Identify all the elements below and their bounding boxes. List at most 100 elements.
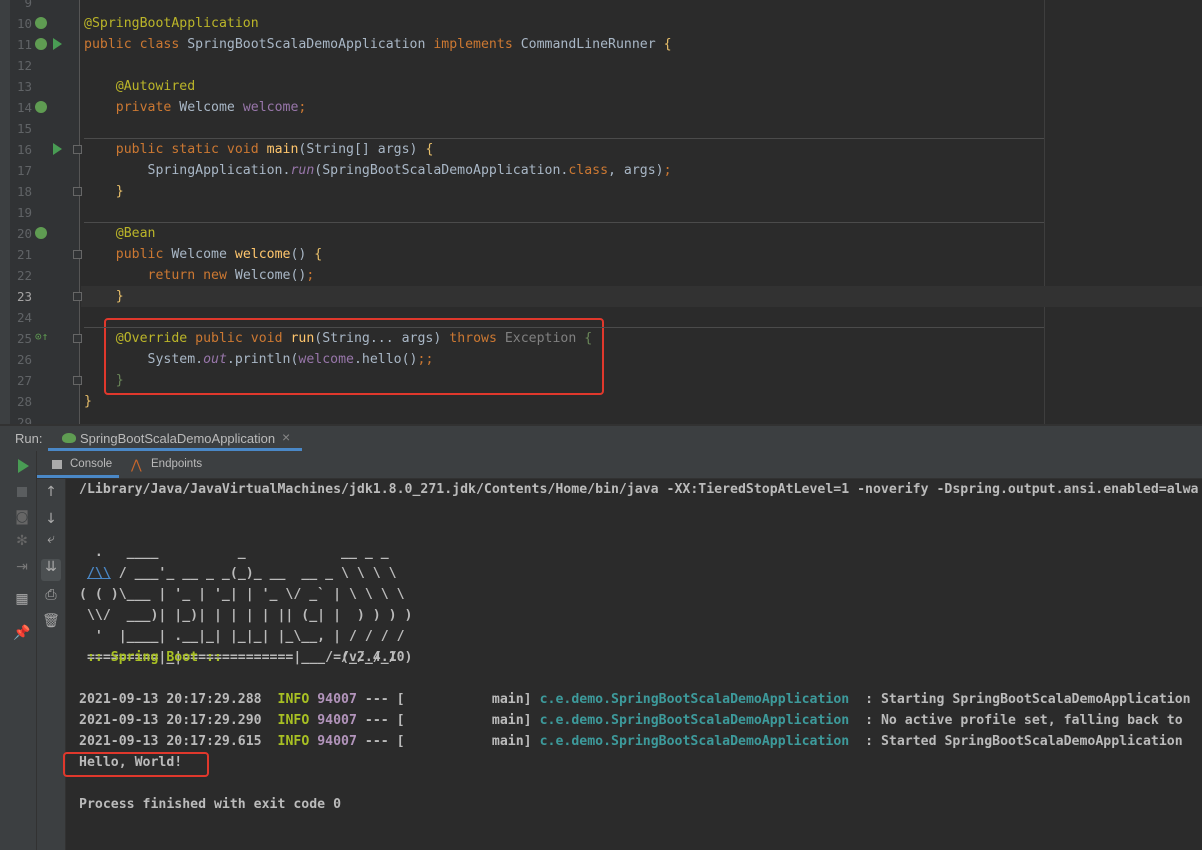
pin-icon[interactable]: 📌: [12, 625, 32, 641]
run-icon[interactable]: [18, 459, 29, 473]
fold-icon[interactable]: [73, 187, 82, 196]
run-left-toolbar: ◙ ✻ ⇥ ▦ 📌: [10, 451, 37, 850]
console-toolbar: ↑ ↓ ⤶ ⇊ ⎙ 🗑: [37, 479, 66, 850]
line-number: 16: [16, 142, 32, 157]
endpoints-icon: ⋀: [131, 457, 142, 472]
run-config-name: SpringBootScalaDemoApplication: [80, 431, 276, 446]
close-tab-icon[interactable]: ×: [282, 429, 290, 445]
log-pid: 94007: [317, 734, 357, 749]
code-token: SpringApplication.: [84, 163, 291, 178]
print-icon[interactable]: ⎙: [41, 587, 61, 603]
fold-icon[interactable]: [73, 334, 82, 343]
banner-line: /\\ / ___'_ __ _ _(_)_ __ __ _ \ \ \ \: [79, 563, 397, 584]
code-token: }: [115, 184, 124, 199]
code-line: @Autowired: [84, 76, 195, 97]
line-number: 19: [16, 205, 32, 220]
code-line: }: [84, 391, 92, 412]
line-number: 27: [16, 373, 32, 388]
code-token: CommandLineRunner: [520, 37, 664, 52]
down-icon[interactable]: ↓: [41, 511, 61, 527]
code-line: }: [84, 286, 124, 307]
highlight-box-output: [63, 752, 209, 777]
tab-endpoints-label: Endpoints: [151, 458, 203, 470]
line-number: 13: [16, 79, 32, 94]
code-token: }: [84, 394, 92, 409]
code-line: @SpringBootApplication: [84, 13, 259, 34]
code-line: public Welcome welcome() {: [84, 244, 322, 265]
run-label: Run:: [15, 431, 43, 446]
login-icon[interactable]: ⇥: [12, 559, 32, 575]
run-gutter-icon[interactable]: [53, 143, 62, 155]
code-token: {: [314, 247, 323, 262]
line-number: 28: [16, 394, 32, 409]
code-line: return new Welcome();: [84, 265, 315, 286]
code-token: public class: [84, 37, 188, 52]
bean-icon[interactable]: [35, 227, 47, 239]
current-line-highlight: [81, 286, 1202, 307]
up-icon[interactable]: ↑: [41, 484, 61, 500]
run-config-tab[interactable]: SpringBootScalaDemoApplication ×: [48, 426, 302, 451]
log-logger: c.e.demo.SpringBootScalaDemoApplication: [539, 692, 850, 707]
code-token: welcome: [234, 247, 291, 262]
code-editor[interactable]: @SpringBootApplication public class Sprin…: [0, 0, 1202, 424]
override-icon[interactable]: ⊙↑: [35, 330, 48, 343]
spring-bean-icon[interactable]: [35, 38, 47, 50]
editor-left-stripe: [0, 0, 10, 424]
log-pid: 94007: [317, 713, 357, 728]
tab-endpoints[interactable]: ⋀ Endpoints: [127, 451, 217, 478]
spring-boot-label: :: Spring Boot ::: [79, 650, 230, 665]
code-token: Welcome(): [234, 268, 307, 283]
debug-icon[interactable]: ✻: [12, 533, 32, 549]
code-line: private Welcome welcome;: [84, 97, 307, 118]
code-token: welcome: [242, 100, 299, 115]
log-timestamp: 2021-09-13 20:17:29.290: [79, 713, 262, 728]
spring-boot-version: (v2.4.10): [229, 650, 413, 665]
left-stripe: [0, 451, 10, 850]
banner-line: ( ( )\___ | '_ | '_| | '_ \/ _` | \ \ \ …: [79, 587, 405, 602]
code-token: (): [290, 247, 315, 262]
log-timestamp: 2021-09-13 20:17:29.288: [79, 692, 262, 707]
banner-line: . ____ _ __ _ _: [79, 545, 389, 560]
code-token: {: [663, 37, 672, 52]
fold-icon[interactable]: [73, 292, 82, 301]
log-thread: --- [ main]: [356, 692, 540, 707]
line-number: 12: [16, 58, 32, 73]
code-line: }: [84, 181, 124, 202]
wrap-icon[interactable]: ⤶: [41, 531, 61, 547]
code-token: main: [266, 142, 299, 157]
tab-console[interactable]: Console: [37, 451, 119, 478]
line-number: 10: [16, 16, 32, 31]
line-number: 22: [16, 268, 32, 283]
fold-icon[interactable]: [73, 250, 82, 259]
line-number: 29: [16, 415, 32, 424]
code-token: private: [115, 100, 180, 115]
banner-fragment: / ___'_ __ _ _(_)_ __ __ _ \ \ \ \: [110, 566, 397, 581]
log-level: INFO: [277, 734, 310, 749]
code-token: implements: [433, 37, 521, 52]
code-token: public: [115, 247, 172, 262]
console-output[interactable]: /Library/Java/JavaVirtualMachines/jdk1.8…: [67, 479, 1202, 850]
camera-icon[interactable]: ◙: [12, 509, 32, 525]
log-thread: --- [ main]: [356, 734, 540, 749]
line-number: 14: [16, 100, 32, 115]
right-margin-guide: [1044, 0, 1045, 424]
scroll-end-icon[interactable]: ⇊: [41, 559, 61, 581]
log-pid: 94007: [317, 692, 357, 707]
log-thread: --- [ main]: [356, 713, 540, 728]
stop-icon[interactable]: [17, 487, 27, 497]
layout-icon[interactable]: ▦: [12, 591, 32, 607]
run-gutter-icon[interactable]: [53, 38, 62, 50]
run-tabs: Console ⋀ Endpoints: [37, 451, 1202, 479]
fold-icon[interactable]: [73, 376, 82, 385]
autowired-icon[interactable]: [35, 101, 47, 113]
code-token: SpringBootScalaDemoApplication: [187, 37, 434, 52]
fold-icon[interactable]: [73, 145, 82, 154]
log-message: : No active profile set, falling back to: [849, 713, 1183, 728]
trash-icon[interactable]: 🗑: [41, 613, 61, 629]
spring-bean-icon[interactable]: [35, 17, 47, 29]
